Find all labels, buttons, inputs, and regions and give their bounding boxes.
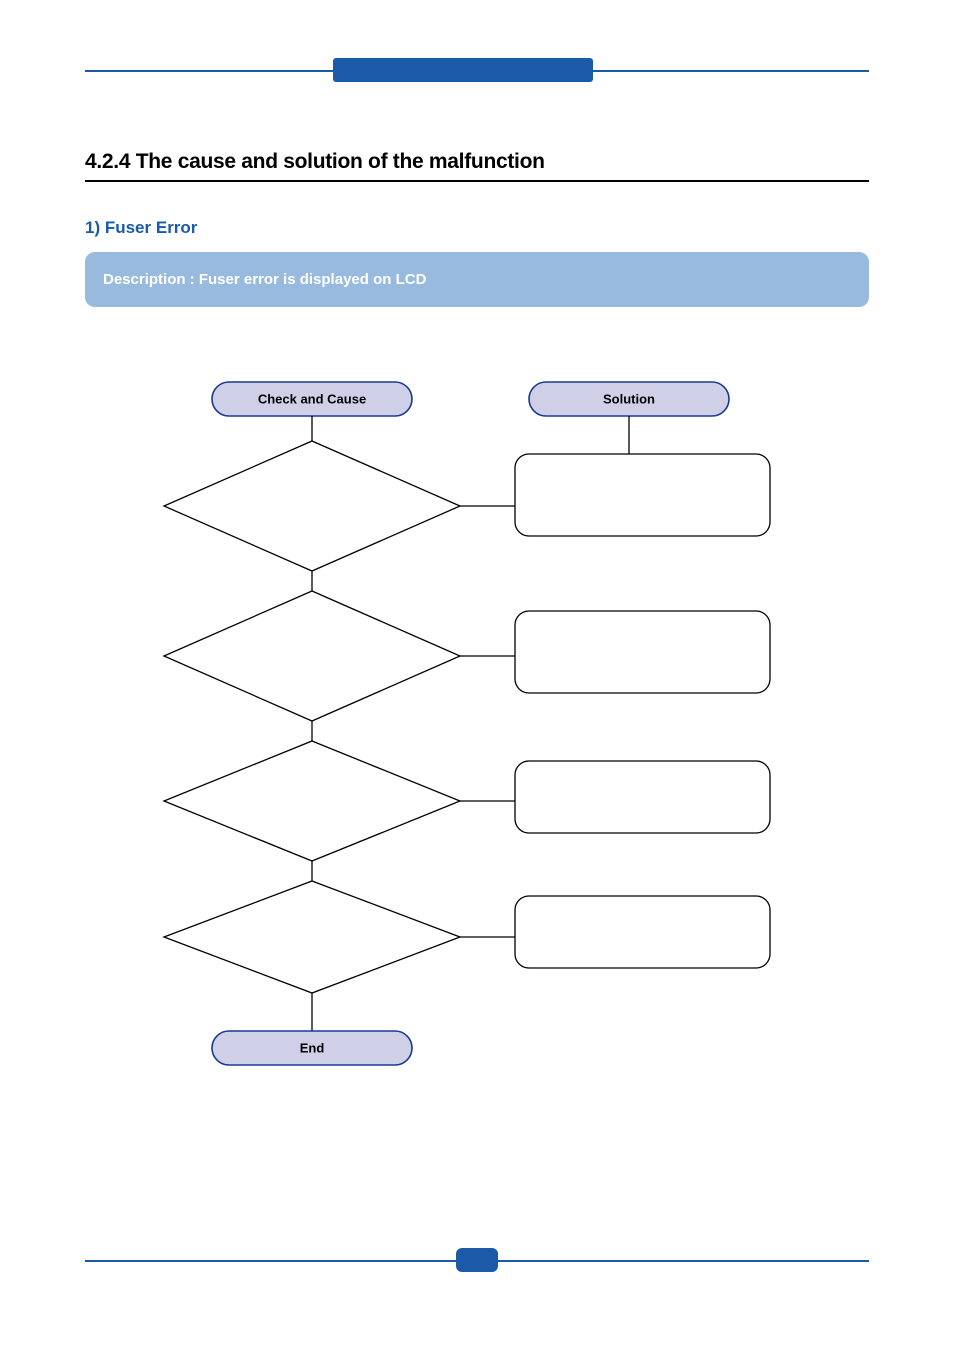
flowchart-container: Check and Cause Solution <box>85 376 869 1076</box>
decision-2 <box>164 591 460 721</box>
solution-box-4 <box>515 896 770 968</box>
solution-box-2 <box>515 611 770 693</box>
decision-1 <box>164 441 460 571</box>
check-cause-label: Check and Cause <box>258 391 366 406</box>
header-badge <box>333 58 593 82</box>
solution-box-3 <box>515 761 770 833</box>
footer-badge <box>456 1248 498 1272</box>
solution-box-1 <box>515 454 770 536</box>
description-text: Description : Fuser error is displayed o… <box>103 271 426 288</box>
description-panel: Description : Fuser error is displayed o… <box>85 252 869 307</box>
solution-label: Solution <box>603 391 655 406</box>
decision-3 <box>164 741 460 861</box>
section-heading: 4.2.4 The cause and solution of the malf… <box>85 150 869 182</box>
end-label: End <box>300 1040 325 1055</box>
subsection-heading: 1) Fuser Error <box>85 218 197 238</box>
flowchart-svg: Check and Cause Solution <box>85 376 869 1076</box>
decision-4 <box>164 881 460 993</box>
